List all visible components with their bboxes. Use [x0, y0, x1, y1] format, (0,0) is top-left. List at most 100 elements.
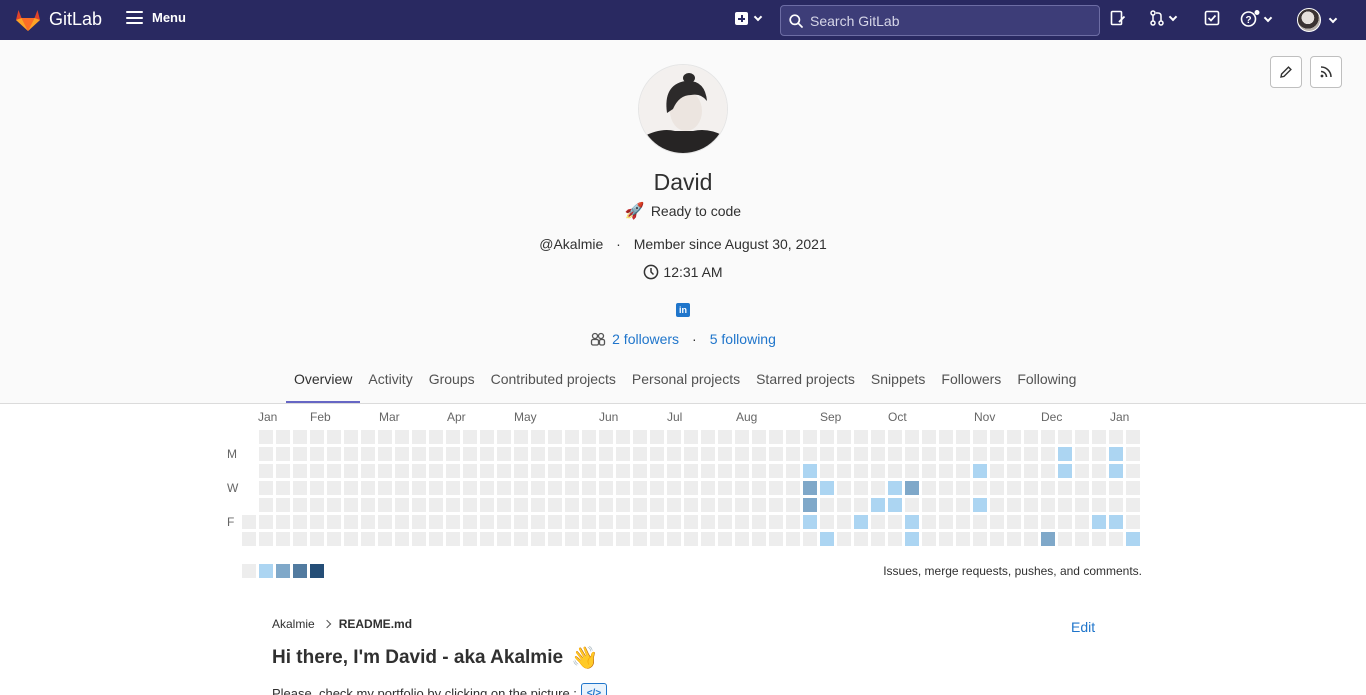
- calendar-day-cell[interactable]: [990, 447, 1004, 461]
- calendar-day-cell[interactable]: [820, 532, 834, 546]
- calendar-day-cell[interactable]: [599, 481, 613, 495]
- calendar-day-cell[interactable]: [310, 481, 324, 495]
- calendar-day-cell[interactable]: [548, 498, 562, 512]
- calendar-day-cell[interactable]: [871, 532, 885, 546]
- calendar-day-cell[interactable]: [327, 481, 341, 495]
- calendar-day-cell[interactable]: [1092, 532, 1106, 546]
- calendar-day-cell[interactable]: [633, 481, 647, 495]
- calendar-day-cell[interactable]: [327, 498, 341, 512]
- calendar-day-cell[interactable]: [1109, 430, 1123, 444]
- calendar-day-cell[interactable]: [616, 481, 630, 495]
- calendar-day-cell[interactable]: [429, 447, 443, 461]
- calendar-day-cell[interactable]: [820, 430, 834, 444]
- calendar-day-cell[interactable]: [480, 532, 494, 546]
- tab-overview[interactable]: Overview: [286, 362, 361, 403]
- calendar-day-cell[interactable]: [276, 481, 290, 495]
- calendar-day-cell[interactable]: [803, 481, 817, 495]
- calendar-day-cell[interactable]: [497, 481, 511, 495]
- calendar-day-cell[interactable]: [922, 464, 936, 478]
- calendar-day-cell[interactable]: [378, 515, 392, 529]
- calendar-day-cell[interactable]: [752, 481, 766, 495]
- calendar-day-cell[interactable]: [565, 430, 579, 444]
- calendar-day-cell[interactable]: [633, 447, 647, 461]
- calendar-day-cell[interactable]: [956, 532, 970, 546]
- calendar-day-cell[interactable]: [310, 447, 324, 461]
- calendar-day-cell[interactable]: [684, 498, 698, 512]
- calendar-day-cell[interactable]: [293, 515, 307, 529]
- calendar-day-cell[interactable]: [1126, 464, 1140, 478]
- calendar-day-cell[interactable]: [1126, 447, 1140, 461]
- calendar-day-cell[interactable]: [633, 532, 647, 546]
- calendar-day-cell[interactable]: [871, 447, 885, 461]
- calendar-day-cell[interactable]: [871, 464, 885, 478]
- calendar-day-cell[interactable]: [378, 481, 392, 495]
- gitlab-logo-icon[interactable]: [15, 8, 41, 32]
- calendar-day-cell[interactable]: [276, 498, 290, 512]
- calendar-day-cell[interactable]: [310, 430, 324, 444]
- calendar-day-cell[interactable]: [497, 464, 511, 478]
- calendar-day-cell[interactable]: [565, 464, 579, 478]
- calendar-day-cell[interactable]: [378, 498, 392, 512]
- calendar-day-cell[interactable]: [548, 515, 562, 529]
- calendar-day-cell[interactable]: [565, 447, 579, 461]
- calendar-day-cell[interactable]: [939, 447, 953, 461]
- help-dropdown[interactable]: ?: [1240, 10, 1273, 28]
- calendar-day-cell[interactable]: [701, 498, 715, 512]
- edit-profile-button[interactable]: [1270, 56, 1302, 88]
- calendar-day-cell[interactable]: [276, 447, 290, 461]
- calendar-day-cell[interactable]: [361, 515, 375, 529]
- calendar-day-cell[interactable]: [650, 532, 664, 546]
- calendar-day-cell[interactable]: [259, 532, 273, 546]
- calendar-day-cell[interactable]: [922, 430, 936, 444]
- calendar-day-cell[interactable]: [888, 481, 902, 495]
- calendar-day-cell[interactable]: [718, 447, 732, 461]
- calendar-day-cell[interactable]: [888, 498, 902, 512]
- code-icon[interactable]: </>: [580, 683, 607, 695]
- calendar-day-cell[interactable]: [701, 464, 715, 478]
- tab-starred-projects[interactable]: Starred projects: [748, 362, 863, 403]
- calendar-day-cell[interactable]: [854, 498, 868, 512]
- calendar-day-cell[interactable]: [820, 464, 834, 478]
- calendar-day-cell[interactable]: [1126, 498, 1140, 512]
- calendar-day-cell[interactable]: [514, 447, 528, 461]
- calendar-day-cell[interactable]: [1126, 532, 1140, 546]
- calendar-day-cell[interactable]: [446, 515, 460, 529]
- calendar-day-cell[interactable]: [327, 464, 341, 478]
- rss-feed-button[interactable]: [1310, 56, 1342, 88]
- calendar-day-cell[interactable]: [259, 498, 273, 512]
- calendar-day-cell[interactable]: [1007, 515, 1021, 529]
- calendar-day-cell[interactable]: [310, 498, 324, 512]
- calendar-day-cell[interactable]: [718, 464, 732, 478]
- calendar-day-cell[interactable]: [446, 481, 460, 495]
- calendar-day-cell[interactable]: [1041, 447, 1055, 461]
- calendar-day-cell[interactable]: [514, 464, 528, 478]
- calendar-day-cell[interactable]: [497, 515, 511, 529]
- calendar-day-cell[interactable]: [905, 532, 919, 546]
- calendar-day-cell[interactable]: [718, 532, 732, 546]
- calendar-day-cell[interactable]: [701, 430, 715, 444]
- calendar-day-cell[interactable]: [616, 447, 630, 461]
- calendar-day-cell[interactable]: [429, 464, 443, 478]
- calendar-day-cell[interactable]: [463, 464, 477, 478]
- calendar-day-cell[interactable]: [1058, 430, 1072, 444]
- calendar-day-cell[interactable]: [565, 532, 579, 546]
- calendar-day-cell[interactable]: [582, 515, 596, 529]
- calendar-day-cell[interactable]: [701, 481, 715, 495]
- calendar-day-cell[interactable]: [973, 532, 987, 546]
- calendar-day-cell[interactable]: [973, 430, 987, 444]
- calendar-day-cell[interactable]: [854, 532, 868, 546]
- calendar-day-cell[interactable]: [429, 532, 443, 546]
- calendar-day-cell[interactable]: [582, 532, 596, 546]
- calendar-day-cell[interactable]: [293, 430, 307, 444]
- calendar-day-cell[interactable]: [1024, 481, 1038, 495]
- followers-link[interactable]: 2 followers: [612, 331, 679, 347]
- calendar-day-cell[interactable]: [327, 532, 341, 546]
- calendar-day-cell[interactable]: [973, 481, 987, 495]
- calendar-day-cell[interactable]: [752, 532, 766, 546]
- calendar-day-cell[interactable]: [752, 515, 766, 529]
- calendar-day-cell[interactable]: [701, 447, 715, 461]
- calendar-day-cell[interactable]: [888, 464, 902, 478]
- calendar-day-cell[interactable]: [752, 430, 766, 444]
- calendar-day-cell[interactable]: [769, 498, 783, 512]
- calendar-day-cell[interactable]: [854, 515, 868, 529]
